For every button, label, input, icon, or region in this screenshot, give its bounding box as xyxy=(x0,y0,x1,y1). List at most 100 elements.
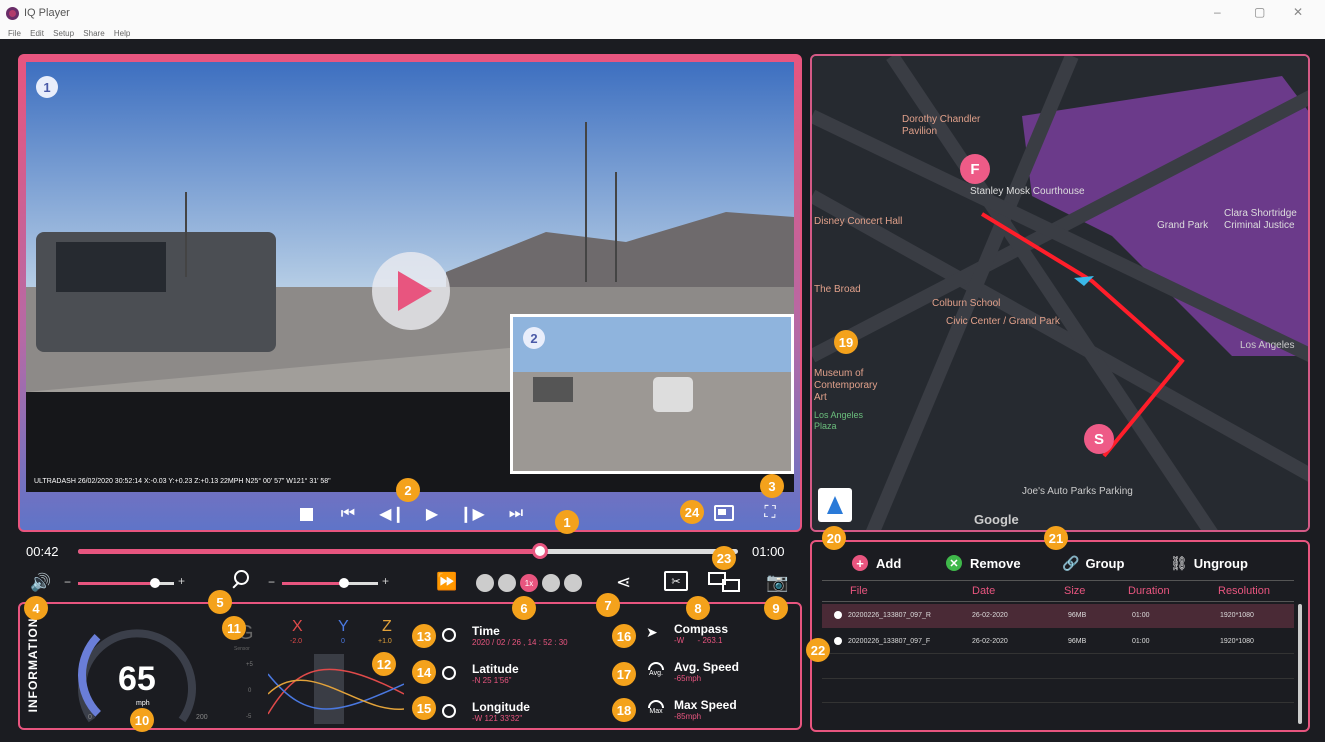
menu-share[interactable]: Share xyxy=(83,28,104,39)
speed-dot-1[interactable] xyxy=(476,574,494,592)
gauge-max: 200 xyxy=(196,714,208,721)
time-label: Time xyxy=(472,624,500,638)
row-expand-icon[interactable] xyxy=(834,637,842,645)
col-file[interactable]: File xyxy=(850,585,868,597)
stop-icon xyxy=(299,507,313,521)
menu-file[interactable]: File xyxy=(8,28,21,39)
map-start-marker[interactable]: S xyxy=(1084,424,1114,454)
speed-dot-5[interactable] xyxy=(564,574,582,592)
avg-speed-icon: Avg. xyxy=(644,662,668,677)
cut-clip-button[interactable]: ✂ xyxy=(664,571,688,591)
share-icon: ⋖ xyxy=(616,572,632,592)
g-tick-bot: -5 xyxy=(246,714,252,720)
zoom-plus: + xyxy=(382,574,390,588)
volume-knob[interactable] xyxy=(149,578,160,588)
map-place-11: Los Angeles Plaza xyxy=(814,410,864,431)
timeline-track[interactable] xyxy=(78,543,738,559)
axis-x-label: X xyxy=(292,618,303,635)
timeline-knob[interactable] xyxy=(532,543,548,559)
map-place-3: Disney Concert Hall xyxy=(814,216,903,227)
speed-dot-4[interactable] xyxy=(542,574,560,592)
next-file-button[interactable]: ⏭ xyxy=(504,504,528,524)
table-row[interactable]: 20200226_133807_097_F 26-02-2020 96MB 01… xyxy=(822,630,1294,654)
map-place-12: Joe's Auto Parks Parking xyxy=(1022,486,1133,497)
map-place-6: The Broad xyxy=(814,284,861,295)
table-scrollbar[interactable] xyxy=(1298,604,1302,724)
title-bar: IQ Player – ▢ ✕ xyxy=(0,0,1325,28)
remove-icon: ✕ xyxy=(946,555,962,571)
callout-3: 3 xyxy=(760,474,784,498)
menu-setup[interactable]: Setup xyxy=(53,28,74,39)
map-panel[interactable]: Dorothy Chandler Pavilion Stanley Mosk C… xyxy=(810,54,1310,532)
frame-forward-button[interactable]: ❙▶ xyxy=(459,504,485,524)
map-finish-marker[interactable]: F xyxy=(960,154,990,184)
close-button[interactable]: ✕ xyxy=(1293,5,1303,19)
row-expand-icon[interactable] xyxy=(834,611,842,619)
remove-button[interactable]: ✕ Remove xyxy=(946,555,1021,571)
menu-help[interactable]: Help xyxy=(114,28,130,39)
pip-toggle-button[interactable] xyxy=(712,502,736,524)
group-button[interactable]: 🔗 Group xyxy=(1062,555,1124,572)
speed-dot-2[interactable] xyxy=(498,574,516,592)
col-size[interactable]: Size xyxy=(1064,585,1085,597)
longitude-value: -W 121 33'32" xyxy=(472,714,523,723)
callout-21: 21 xyxy=(1044,526,1068,550)
longitude-label: Longitude xyxy=(472,700,530,714)
map-place-4: Grand Park xyxy=(1157,220,1209,231)
volume-button[interactable]: 🔊 xyxy=(30,573,51,593)
zoom-fill xyxy=(282,582,345,585)
pip-video[interactable]: 2 xyxy=(510,314,794,474)
skip-forward-icon: ⏭ xyxy=(508,505,524,522)
callout-20: 20 xyxy=(822,526,846,550)
play-button[interactable]: ▶ xyxy=(420,504,444,524)
callout-4: 4 xyxy=(24,596,48,620)
play-overlay-button[interactable] xyxy=(372,252,450,330)
empty-row xyxy=(822,678,1294,679)
callout-15: 15 xyxy=(412,696,436,720)
snapshot-button[interactable]: 📷 xyxy=(766,572,788,593)
axis-x-value: -2.0 xyxy=(290,638,303,645)
zoom-slider[interactable] xyxy=(282,578,378,588)
callout-6: 6 xyxy=(512,596,536,620)
axis-y-value: 0 xyxy=(341,638,345,645)
callout-23: 23 xyxy=(712,546,736,570)
speed-value: 65 xyxy=(118,660,156,698)
stop-button[interactable] xyxy=(296,504,316,524)
fast-forward-button[interactable]: ⏩ xyxy=(436,572,457,592)
col-duration[interactable]: Duration xyxy=(1128,585,1170,597)
callout-5: 5 xyxy=(208,590,232,614)
callout-17: 17 xyxy=(612,662,636,686)
speed-selector[interactable]: 1x xyxy=(476,574,586,592)
volume-slider[interactable] xyxy=(78,578,174,588)
empty-row xyxy=(822,702,1294,703)
map-place-7: Colburn School xyxy=(932,298,1001,309)
g-sensor-sub: Sensor xyxy=(234,646,250,652)
fullscreen-button[interactable]: ⛶ xyxy=(758,502,782,524)
previous-file-button[interactable]: ⏮ xyxy=(336,504,360,524)
col-resolution[interactable]: Resolution xyxy=(1218,585,1270,597)
skip-back-icon: ⏮ xyxy=(340,505,356,522)
table-row[interactable]: 20200226_133807_097_R 26-02-2020 96MB 01… xyxy=(822,604,1294,628)
maximize-button[interactable]: ▢ xyxy=(1254,5,1265,19)
map-recenter-button[interactable] xyxy=(818,488,852,522)
zoom-button[interactable] xyxy=(232,570,256,592)
add-button[interactable]: + Add xyxy=(852,555,901,571)
swap-view-button[interactable] xyxy=(708,572,744,592)
video-frame[interactable]: 1 2 ULTRADASH 26/02/2020 30:52:14 X:-0.0… xyxy=(26,62,794,492)
share-button[interactable]: ⋖ xyxy=(616,572,631,593)
speed-dot-active[interactable]: 1x xyxy=(520,574,538,592)
compass-value: -W - 263.1 xyxy=(674,636,723,645)
latitude-label: Latitude xyxy=(472,662,519,676)
menu-edit[interactable]: Edit xyxy=(30,28,44,39)
g-tick-top: +5 xyxy=(246,662,253,668)
latitude-value: -N 25 1'56" xyxy=(472,676,512,685)
frame-back-button[interactable]: ◀❙ xyxy=(379,504,405,524)
play-triangle-icon xyxy=(398,271,432,311)
axis-z-label: Z xyxy=(382,618,392,635)
speaker-icon: 🔊 xyxy=(30,573,52,592)
map-place-1: Dorothy Chandler Pavilion xyxy=(902,114,981,137)
volume-minus: − xyxy=(64,575,72,589)
minimize-button[interactable]: – xyxy=(1214,5,1221,19)
col-date[interactable]: Date xyxy=(972,585,995,597)
ungroup-button[interactable]: ⛓ Ungroup xyxy=(1170,555,1248,572)
